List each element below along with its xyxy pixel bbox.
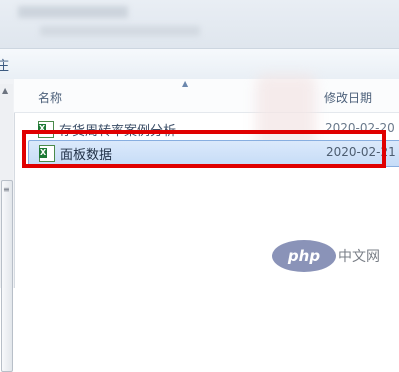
blurred-breadcrumb-text [40, 26, 200, 36]
explorer-toolbar: 庄 [0, 48, 399, 80]
column-header-name[interactable]: 名称 [38, 89, 62, 106]
toolbar-edge-label[interactable]: 庄 [0, 55, 9, 74]
navigation-scrollbar[interactable]: ▲ ≡ [0, 84, 13, 372]
watermark-text: 中文网 [338, 249, 380, 265]
sort-ascending-icon: ▲ [182, 79, 189, 88]
scroll-up-arrow-icon[interactable]: ▲ [2, 86, 8, 95]
scrollbar-thumb[interactable] [1, 180, 13, 372]
file-list-header: 名称 ▲ 修改日期 [14, 79, 399, 113]
window-titlebar [0, 0, 399, 48]
php-logo: php [272, 240, 336, 272]
column-header-modified-date[interactable]: 修改日期 [324, 89, 372, 106]
blurred-title-text [18, 6, 128, 18]
scrollbar-grip-icon: ≡ [3, 185, 10, 194]
highlight-annotation-frame [22, 130, 386, 168]
